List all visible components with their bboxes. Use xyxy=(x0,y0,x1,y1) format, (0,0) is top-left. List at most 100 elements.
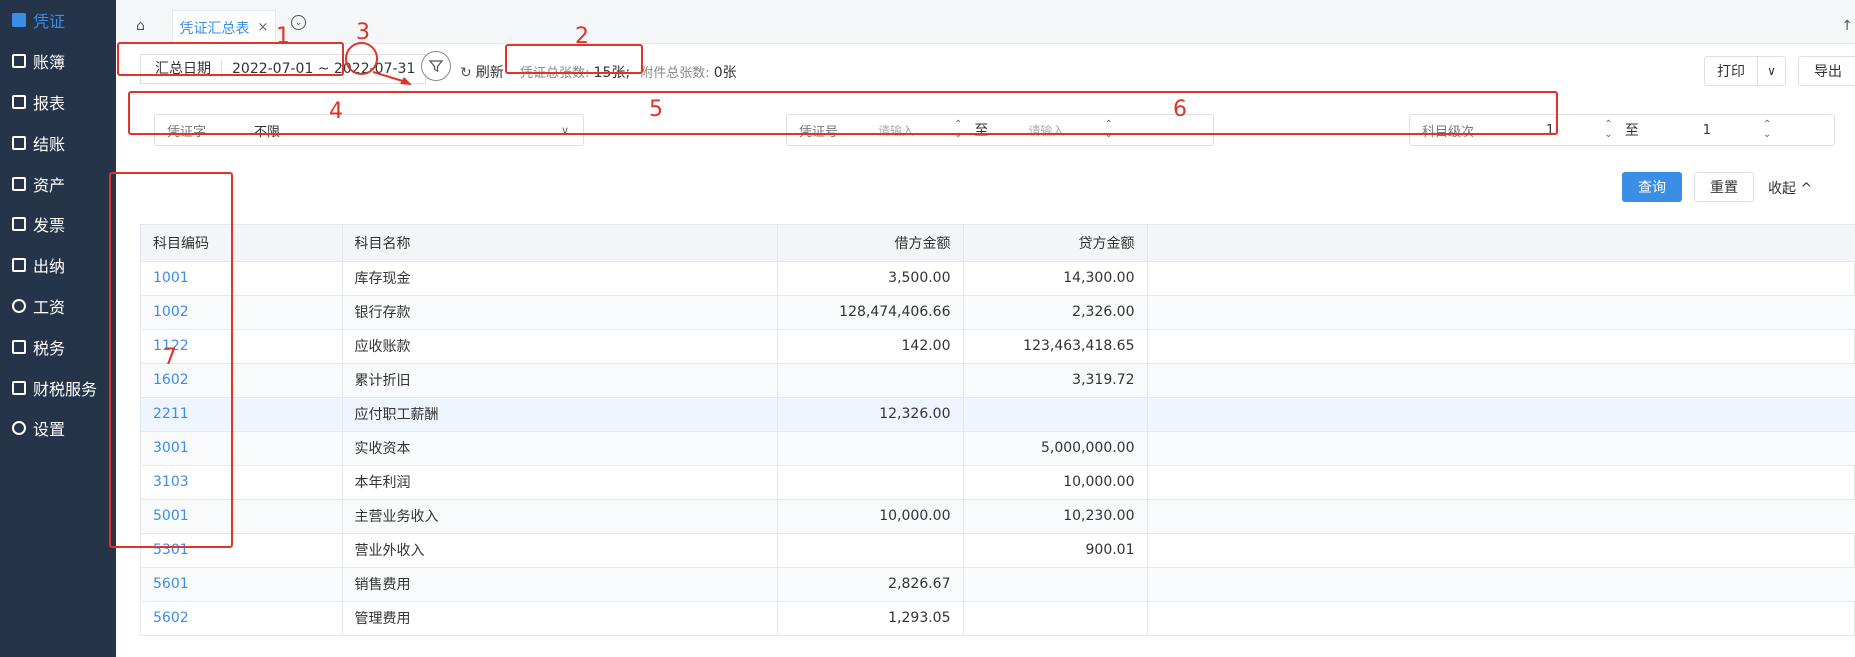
subject-level-range: 科目级次 1 ⌃ ⌄ 至 1 ⌃ ⌄ xyxy=(1409,114,1835,146)
table-header-row: 科目编码 科目名称 借方金额 贷方金额 xyxy=(141,225,1855,262)
subject-level-to-input[interactable]: 1 xyxy=(1703,123,1711,138)
cell-subject-code[interactable]: 1002 xyxy=(141,295,343,330)
cell-subject-name: 库存现金 xyxy=(342,261,778,296)
annotation-label-3: 3 xyxy=(356,20,370,45)
cashier-icon xyxy=(12,258,26,273)
cell-subject-code[interactable]: 5301 xyxy=(141,533,343,568)
number-stepper-icon[interactable]: ⌃ ⌄ xyxy=(1763,120,1771,140)
sidebar-item-salary[interactable]: 工资 xyxy=(0,286,116,327)
collapse-button[interactable]: 收起 ^ xyxy=(1768,178,1812,198)
table-row[interactable]: 1002 银行存款 128,474,406.66 2,326.00 xyxy=(141,295,1855,330)
sidebar-item-settings[interactable]: 设置 xyxy=(0,408,116,449)
tab-label: 凭证汇总表 xyxy=(179,20,250,37)
tax-service-icon xyxy=(12,380,26,395)
cell-subject-code[interactable]: 5001 xyxy=(141,499,343,534)
chevron-down-circle-icon[interactable]: ⌄ xyxy=(291,15,306,30)
scroll-up-icon[interactable]: ↑ xyxy=(1841,18,1853,34)
sidebar-item-voucher[interactable]: 凭证 xyxy=(0,0,116,41)
tab-voucher-summary[interactable]: 凭证汇总表 × xyxy=(172,10,276,44)
cell-subject-name: 实收资本 xyxy=(342,431,778,466)
report-icon xyxy=(12,94,26,109)
cell-empty xyxy=(1147,363,1855,398)
header-debit[interactable]: 借方金额 xyxy=(777,225,964,262)
refresh-button[interactable]: ↻ 刷新 xyxy=(460,62,504,82)
number-stepper-icon[interactable]: ⌃ ⌄ xyxy=(1604,120,1612,140)
annotation-label-7: 7 xyxy=(163,345,177,370)
subject-level-from-input[interactable]: 1 xyxy=(1546,123,1554,138)
header-credit[interactable]: 贷方金额 xyxy=(963,225,1148,262)
sidebar-item-label: 结账 xyxy=(33,134,66,154)
tax-icon xyxy=(12,339,26,354)
sidebar-item-ledger[interactable]: 账簿 xyxy=(0,41,116,82)
chevron-down-icon: ∨ xyxy=(560,123,569,137)
cell-credit: 2,326.00 xyxy=(963,295,1148,330)
date-range-picker[interactable]: 汇总日期 2022-07-01 ~ 2022-07-31 xyxy=(140,54,426,84)
filter-icon[interactable] xyxy=(421,51,451,81)
table-row[interactable]: 1122 应收账款 142.00 123,463,418.65 xyxy=(141,329,1855,364)
ledger-icon xyxy=(12,54,26,69)
cell-subject-code[interactable]: 3103 xyxy=(141,465,343,500)
table-row[interactable]: 1602 累计折旧 3,319.72 xyxy=(141,363,1855,398)
cell-credit xyxy=(963,397,1148,432)
cell-subject-name: 累计折旧 xyxy=(342,363,778,398)
cell-credit xyxy=(963,567,1148,602)
chevron-down-icon[interactable]: ∨ xyxy=(1758,56,1786,86)
header-empty xyxy=(1147,225,1855,262)
cell-subject-code[interactable]: 5602 xyxy=(141,601,343,636)
table-row[interactable]: 5602 管理费用 1,293.05 xyxy=(141,601,1855,636)
reset-button[interactable]: 重置 xyxy=(1694,172,1754,202)
header-subject-code[interactable]: 科目编码 xyxy=(141,225,343,262)
sidebar-item-label: 税务 xyxy=(33,338,66,358)
sidebar-item-tax[interactable]: 税务 xyxy=(0,326,116,367)
cell-debit xyxy=(777,465,964,500)
annotation-label-4: 4 xyxy=(329,99,343,124)
query-button[interactable]: 查询 xyxy=(1622,172,1682,202)
filter-panel: 凭证字 不限 ∨ 凭证号 请输入 ⌃ ⌄ 至 请输入 ⌃ ⌄ 科目级次 1 ⌃ ⌄ 至… xyxy=(140,104,1855,152)
table-row[interactable]: 5001 主营业务收入 10,000.00 10,230.00 xyxy=(141,499,1855,534)
sidebar-item-closing[interactable]: 结账 xyxy=(0,122,116,163)
voucher-word-select[interactable]: 凭证字 不限 ∨ xyxy=(154,114,584,146)
range-to-label: 至 xyxy=(974,123,989,139)
cell-empty xyxy=(1147,567,1855,602)
cell-subject-code[interactable]: 1001 xyxy=(141,261,343,296)
cell-debit xyxy=(777,363,964,398)
voucher-number-to-input[interactable]: 请输入 xyxy=(1028,122,1064,139)
table-row[interactable]: 3001 实收资本 5,000,000.00 xyxy=(141,431,1855,466)
annotation-label-6: 6 xyxy=(1173,97,1187,122)
home-icon[interactable]: ⌂ xyxy=(136,18,145,34)
main-area: ⌂ 凭证汇总表 × ⌄ ↑ 汇总日期 2022-07-01 ~ 2022-07-… xyxy=(109,0,1855,657)
print-button[interactable]: 打印 xyxy=(1704,56,1758,86)
cell-credit: 5,000,000.00 xyxy=(963,431,1148,466)
cell-debit xyxy=(777,533,964,568)
annotation-label-5: 5 xyxy=(649,97,663,122)
cell-credit: 3,319.72 xyxy=(963,363,1148,398)
cell-empty xyxy=(1147,499,1855,534)
sidebar-item-tax-service[interactable]: 财税服务 xyxy=(0,367,116,408)
export-button[interactable]: 导出 xyxy=(1798,56,1855,86)
sidebar-item-cashier[interactable]: 出纳 xyxy=(0,245,116,286)
sidebar-item-asset[interactable]: 资产 xyxy=(0,163,116,204)
sidebar-item-invoice[interactable]: 发票 xyxy=(0,204,116,245)
sidebar-item-report[interactable]: 报表 xyxy=(0,82,116,123)
date-range-value[interactable]: 2022-07-01 ~ 2022-07-31 xyxy=(222,61,415,77)
number-stepper-icon[interactable]: ⌃ ⌄ xyxy=(954,120,962,140)
close-icon[interactable]: × xyxy=(258,20,269,35)
sidebar-item-label: 账簿 xyxy=(33,53,66,73)
cell-debit xyxy=(777,431,964,466)
voucher-number-range: 凭证号 请输入 ⌃ ⌄ 至 请输入 ⌃ ⌄ xyxy=(786,114,1214,146)
table-row[interactable]: 5301 营业外收入 900.01 xyxy=(141,533,1855,568)
table-row[interactable]: 3103 本年利润 10,000.00 xyxy=(141,465,1855,500)
voucher-number-label: 凭证号 xyxy=(799,124,839,140)
cell-subject-code[interactable]: 3001 xyxy=(141,431,343,466)
cell-subject-code[interactable]: 5601 xyxy=(141,567,343,602)
cell-empty xyxy=(1147,601,1855,636)
number-stepper-icon[interactable]: ⌃ ⌄ xyxy=(1104,120,1112,140)
table-row[interactable]: 1001 库存现金 3,500.00 14,300.00 xyxy=(141,261,1855,296)
header-subject-name[interactable]: 科目名称 xyxy=(342,225,778,262)
voucher-number-from-input[interactable]: 请输入 xyxy=(878,122,914,139)
table-row[interactable]: 5601 销售费用 2,826.67 xyxy=(141,567,1855,602)
sidebar-item-label: 发票 xyxy=(33,216,66,236)
table-row[interactable]: 2211 应付职工薪酬 12,326.00 xyxy=(141,397,1855,432)
cell-subject-code[interactable]: 2211 xyxy=(141,397,343,432)
cell-empty xyxy=(1147,397,1855,432)
